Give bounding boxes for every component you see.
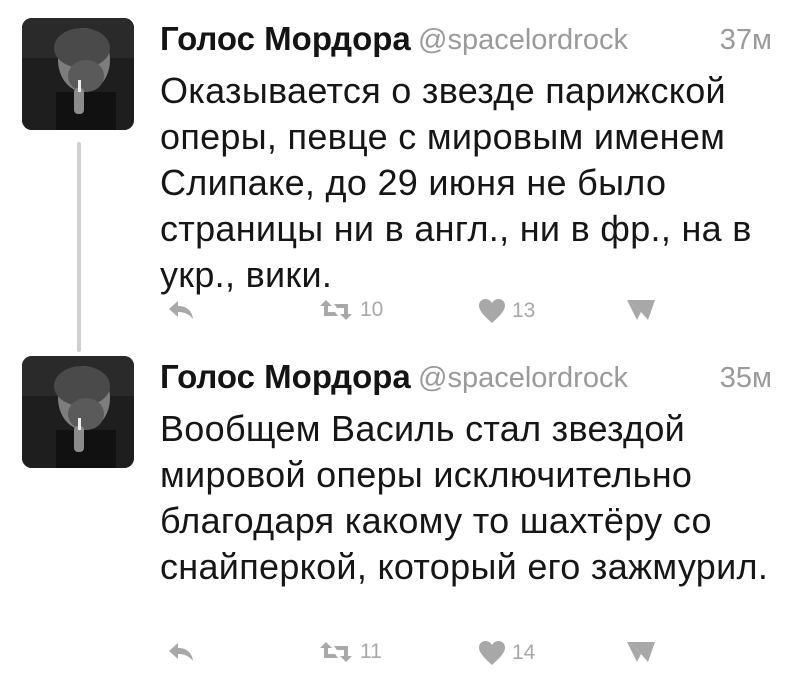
retweet-count: 10 [360, 298, 384, 321]
reply-arrow-icon [166, 298, 196, 322]
dm-button[interactable] [626, 298, 656, 322]
author-name[interactable]: Голос Мордора [160, 20, 411, 58]
author-name[interactable]: Голос Мордора [160, 358, 411, 396]
like-button[interactable]: 13 [478, 298, 535, 324]
like-count: 14 [512, 641, 536, 664]
tweet[interactable]: Голос Мордора @spacelordrock 37м Оказыва… [0, 18, 800, 352]
retweet-button[interactable]: 10 [318, 298, 383, 322]
tweet-time[interactable]: 37м [720, 24, 772, 57]
reply-button[interactable] [166, 298, 196, 322]
author-handle[interactable]: @spacelordrock [418, 362, 628, 395]
tweet-text: Оказывается о звезде парижской оперы, пе… [160, 70, 752, 295]
tweet-header: Голос Мордора @spacelordrock 35м [160, 358, 780, 402]
thread-line [77, 142, 81, 352]
retweet-icon [318, 640, 354, 664]
direct-message-icon [626, 640, 656, 664]
heart-icon [478, 640, 506, 666]
reply-button[interactable] [166, 640, 196, 664]
like-button[interactable]: 14 [478, 640, 535, 666]
retweet-icon [318, 298, 354, 322]
dm-button[interactable] [626, 640, 656, 664]
like-count: 13 [512, 299, 536, 322]
tweet-time[interactable]: 35м [720, 362, 772, 395]
tweet-actions: 10 13 [160, 298, 780, 338]
reply-arrow-icon [166, 640, 196, 664]
tweet[interactable]: Голос Мордора @spacelordrock 35м Вообщем… [0, 356, 800, 684]
tweet-header: Голос Мордора @spacelordrock 37м [160, 20, 780, 64]
avatar[interactable] [22, 18, 134, 130]
heart-icon [478, 298, 506, 324]
retweet-count: 11 [360, 640, 382, 663]
retweet-button[interactable]: 11 [318, 640, 382, 664]
direct-message-icon [626, 298, 656, 322]
avatar[interactable] [22, 356, 134, 468]
tweet-text: Вообщем Василь стал звездой мировой опер… [160, 408, 769, 587]
author-handle[interactable]: @spacelordrock [418, 24, 628, 57]
tweet-actions: 11 14 [160, 640, 780, 680]
